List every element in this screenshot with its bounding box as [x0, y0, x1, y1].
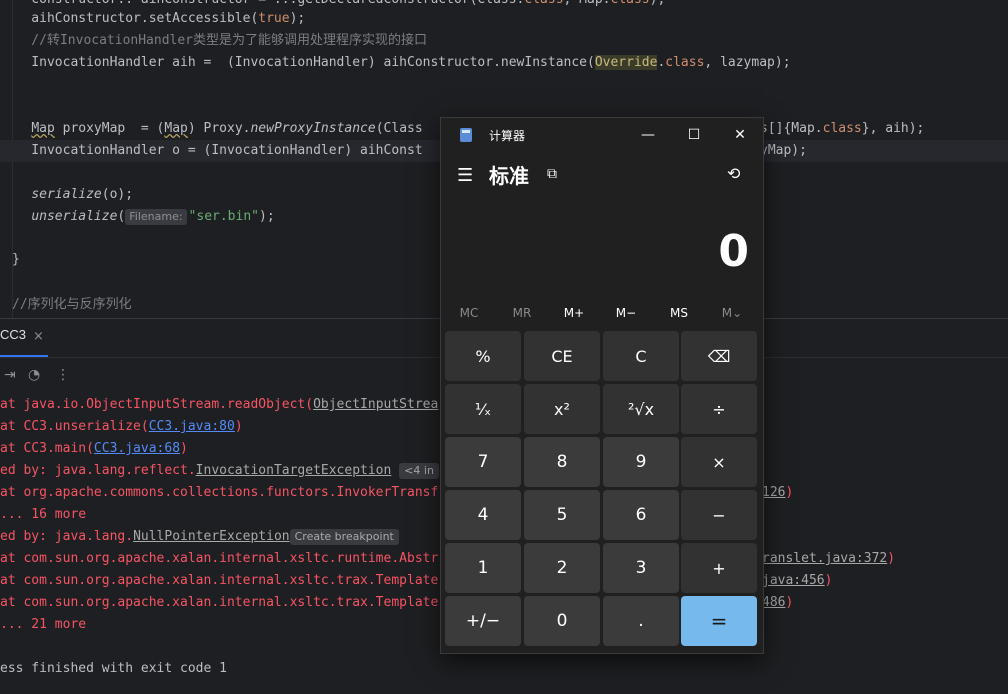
camera-icon[interactable]: ◔	[28, 367, 40, 383]
console-line: ed by: java.lang.NullPointerException Cre…	[0, 529, 399, 545]
closing-brace: }	[12, 252, 20, 267]
multiply-button[interactable]: ×	[681, 437, 757, 487]
exception-link[interactable]: NullPointerException	[133, 529, 290, 544]
square-button[interactable]: x²	[524, 384, 600, 434]
active-tab-indicator	[0, 355, 48, 357]
source-link[interactable]: 486	[762, 595, 785, 610]
decimal-button[interactable]: .	[603, 596, 679, 646]
source-link[interactable]: java:456	[762, 573, 825, 588]
console-line: ... 21 more	[0, 617, 87, 632]
memory-store-button[interactable]: MS	[659, 306, 699, 320]
source-link[interactable]: ranslet.java:372	[762, 551, 887, 566]
console-line: at CC3.main(CC3.java:68)	[0, 441, 188, 456]
source-link[interactable]: ObjectInputStrea	[313, 397, 438, 412]
mode-row: ☰ 标准 ⧉ ⟲	[441, 158, 763, 192]
backspace-button[interactable]: ⌫	[681, 331, 757, 381]
parameter-hint: Filename:	[125, 209, 187, 225]
exception-link[interactable]: InvocationTargetException	[196, 463, 392, 478]
digit-8-button[interactable]: 8	[524, 437, 600, 487]
memory-clear-button[interactable]: MC	[449, 306, 489, 320]
code-comment-serialization: //序列化与反序列化	[12, 297, 132, 312]
reciprocal-button[interactable]: ¹⁄ₓ	[445, 384, 521, 434]
exit-icon[interactable]: ⇥	[4, 367, 16, 383]
source-link[interactable]: CC3.java:68	[94, 441, 180, 456]
digit-0-button[interactable]: 0	[524, 596, 600, 646]
window-title: 计算器	[489, 129, 526, 143]
memory-row: MC MR M+ M− MS M⌄	[441, 302, 763, 324]
code-line-invocation-handler: InvocationHandler o = (InvocationHandler…	[0, 143, 423, 158]
memory-list-button[interactable]: M⌄	[712, 306, 752, 320]
percent-button[interactable]: %	[445, 331, 521, 381]
code-line-partial: constructor.. aihConstructor = ...getDec…	[0, 0, 665, 8]
digit-5-button[interactable]: 5	[524, 490, 600, 540]
code-line-unserialize: unserialize(Filename: "ser.bin");	[31, 209, 275, 225]
code-line-proxy-tail: s[]{Map.class}, aih);	[760, 121, 925, 136]
digit-7-button[interactable]: 7	[445, 437, 521, 487]
console-line-tail: ranslet.java:372)	[762, 551, 896, 566]
history-icon[interactable]: ⟲	[727, 164, 740, 183]
code-line-set-accessible: aihConstructor.setAccessible(true);	[0, 11, 306, 26]
clear-button[interactable]: C	[603, 331, 679, 381]
console-line: at com.sun.org.apache.xalan.internal.xsl…	[0, 573, 439, 588]
source-link[interactable]: CC3.java:80	[149, 419, 235, 434]
console-line-tail: java:456)	[762, 573, 833, 588]
console-line-tail: 126)	[762, 485, 794, 500]
console-line: at com.sun.org.apache.xalan.internal.xsl…	[0, 595, 439, 610]
digit-9-button[interactable]: 9	[603, 437, 679, 487]
calculator-window[interactable]: 计算器 — ☐ ✕ ☰ 标准 ⧉ ⟲ 0 MC MR M+ M− MS M⌄ %…	[440, 117, 764, 654]
digit-1-button[interactable]: 1	[445, 543, 521, 593]
more-options-icon[interactable]: ⋮	[56, 367, 70, 383]
console-exit-line: ess finished with exit code 1	[0, 661, 227, 676]
code-line-serialize: serialize(o);	[31, 187, 134, 202]
minimize-button[interactable]: —	[625, 118, 671, 152]
digit-2-button[interactable]: 2	[524, 543, 600, 593]
code-comment: //转InvocationHandler类型是为了能够调用处理程序实现的接口	[0, 33, 428, 48]
equals-button[interactable]: =	[681, 596, 757, 646]
console-line: at java.io.ObjectInputStream.readObject(…	[0, 397, 439, 412]
subtract-button[interactable]: −	[681, 490, 757, 540]
console-line: at CC3.unserialize(CC3.java:80)	[0, 419, 243, 434]
console-line: at com.sun.org.apache.xalan.internal.xsl…	[0, 551, 439, 566]
code-line-ih-tail: yMap);	[760, 143, 807, 158]
clear-entry-button[interactable]: CE	[524, 331, 600, 381]
create-breakpoint-button[interactable]: Create breakpoint	[289, 529, 399, 545]
code-line-proxy: Map proxyMap = (Map) Proxy.newProxyInsta…	[31, 121, 423, 136]
console-line-tail: 486)	[762, 595, 794, 610]
digit-4-button[interactable]: 4	[445, 490, 521, 540]
memory-recall-button[interactable]: MR	[502, 306, 542, 320]
memory-subtract-button[interactable]: M−	[606, 306, 646, 320]
negate-button[interactable]: +/−	[445, 596, 521, 646]
close-icon[interactable]: ×	[33, 329, 44, 344]
add-button[interactable]: +	[681, 543, 757, 593]
divide-button[interactable]: ÷	[681, 384, 757, 434]
calculator-display: 0	[718, 226, 749, 277]
folded-frames-badge[interactable]: <4 in	[399, 463, 439, 479]
square-root-button[interactable]: ²√x	[603, 384, 679, 434]
calculator-app-icon	[460, 128, 472, 142]
keep-on-top-icon[interactable]: ⧉	[547, 166, 557, 182]
hamburger-icon[interactable]: ☰	[457, 165, 473, 186]
maximize-button[interactable]: ☐	[671, 118, 717, 152]
code-line-aih: InvocationHandler aih = (InvocationHandl…	[0, 55, 791, 70]
console-line: ... 16 more	[0, 507, 87, 522]
console-line: at org.apache.commons.collections.functo…	[0, 485, 439, 500]
digit-3-button[interactable]: 3	[603, 543, 679, 593]
close-button[interactable]: ✕	[717, 118, 763, 152]
digit-6-button[interactable]: 6	[603, 490, 679, 540]
memory-add-button[interactable]: M+	[554, 306, 594, 320]
console-line: ed by: java.lang.reflect.InvocationTarge…	[0, 463, 439, 479]
tab-cc3[interactable]: CC3	[0, 327, 26, 342]
source-link[interactable]: 126	[762, 485, 785, 500]
calculator-titlebar[interactable]: 计算器 — ☐ ✕	[441, 118, 763, 152]
mode-title: 标准	[489, 164, 529, 188]
